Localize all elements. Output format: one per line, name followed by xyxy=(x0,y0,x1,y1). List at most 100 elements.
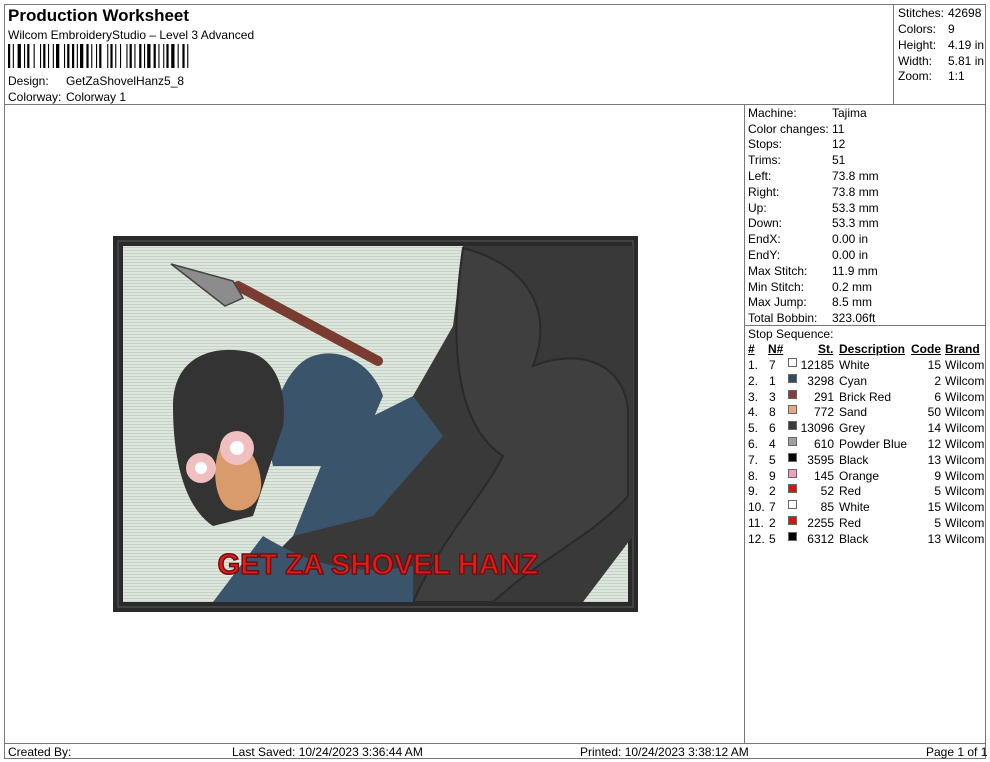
row-needle: 2 xyxy=(769,484,776,499)
barcode-bar xyxy=(115,44,117,68)
trims-value: 51 xyxy=(832,153,846,167)
row-index: 4. xyxy=(748,405,759,420)
row-needle: 2 xyxy=(769,516,776,530)
page-number: Page 1 of 1 xyxy=(926,745,988,759)
machine-label: Machine: xyxy=(748,106,797,120)
printed-date: Printed: 10/24/2023 3:38:12 AM xyxy=(580,745,749,759)
row-description: Sand xyxy=(839,405,868,420)
stop-sequence-row: 4. 8 772 Sand 50 Wilcom xyxy=(748,405,984,420)
barcode-bar xyxy=(24,44,26,68)
barcode-bar xyxy=(80,44,84,68)
row-code: 6 xyxy=(934,389,941,404)
row-brand: Wilcom xyxy=(945,437,985,451)
stop-sequence-row: 2. 1 3298 Cyan 2 Wilcom xyxy=(748,373,985,389)
stop-sequence-row: 12. 5 6312 Black 13 Wilcom xyxy=(748,531,985,547)
endx-value: 0.00 in xyxy=(832,232,869,246)
barcode-bar xyxy=(158,44,160,68)
row-index: 3. xyxy=(748,389,759,404)
stop-sequence-row: 7. 5 3595 Black 13 Wilcom xyxy=(748,452,984,468)
height-label: Height: xyxy=(898,38,937,52)
row-description: Black xyxy=(839,531,869,546)
col-header-num: # xyxy=(748,342,755,356)
barcode-bar xyxy=(12,44,14,68)
row-description: White xyxy=(839,358,870,372)
stop-sequence-title: Stop Sequence: xyxy=(748,327,834,341)
max-stitch-value: 11.9 mm xyxy=(832,264,878,278)
stop-sequence-row: 10. 7 85 White 15 Wilcom xyxy=(748,500,984,515)
design-caption: GET ZA SHOVEL HANZ xyxy=(218,549,539,581)
row-index: 10. xyxy=(748,500,765,515)
row-brand: Wilcom xyxy=(945,373,985,388)
row-description: Cyan xyxy=(839,373,868,388)
right-value: 73.8 mm xyxy=(832,185,879,199)
barcode-bar xyxy=(147,44,151,68)
total-bobbin-value: 323.06ft xyxy=(832,311,876,325)
row-code: 2 xyxy=(934,373,941,388)
barcode-bar xyxy=(48,44,50,68)
created-by: Created By: xyxy=(8,745,72,759)
row-brand: Wilcom xyxy=(945,389,985,404)
row-needle: 3 xyxy=(769,389,776,404)
color-swatch xyxy=(788,405,797,415)
color-swatch xyxy=(788,516,797,525)
width-label: Width: xyxy=(898,54,933,68)
row-index: 8. xyxy=(748,468,759,483)
row-stitches: 610 xyxy=(813,437,834,451)
width-value: 5.81 in xyxy=(948,54,985,68)
barcode-bar xyxy=(17,44,21,68)
barcode-bar xyxy=(76,44,78,68)
stop-sequence-row: 3. 3 291 Brick Red 6 Wilcom xyxy=(748,389,985,405)
row-stitches: 12185 xyxy=(800,358,834,372)
left-label: Left: xyxy=(748,169,772,183)
row-index: 7. xyxy=(748,452,759,467)
barcode-bar xyxy=(43,44,46,68)
zoom-label: Zoom: xyxy=(898,69,933,83)
left-value: 73.8 mm xyxy=(832,169,879,183)
embroidery-design-preview: GET ZA SHOVEL HANZ xyxy=(113,236,638,612)
color-swatch xyxy=(788,373,797,383)
last-saved: Last Saved: 10/24/2023 3:36:44 AM xyxy=(232,745,423,759)
row-stitches: 52 xyxy=(820,484,834,499)
color-swatch xyxy=(788,358,797,367)
row-code: 5 xyxy=(934,484,941,499)
up-value: 53.3 mm xyxy=(832,201,879,215)
row-code: 13 xyxy=(927,531,941,546)
barcode-bar xyxy=(86,44,89,68)
barcode-bar xyxy=(40,44,42,68)
barcode-bar xyxy=(110,44,113,68)
row-code: 14 xyxy=(927,421,941,436)
row-brand: Wilcom xyxy=(945,531,985,546)
barcode-bar xyxy=(91,44,93,68)
color-swatch xyxy=(788,531,797,541)
stop-sequence-row: 9. 2 52 Red 5 Wilcom xyxy=(748,484,984,499)
row-index: 5. xyxy=(748,421,759,436)
row-brand: Wilcom xyxy=(945,358,985,372)
barcode-bar xyxy=(107,44,109,68)
colorway-value: Colorway 1 xyxy=(66,90,127,104)
color-swatch xyxy=(788,452,797,462)
down-value: 53.3 mm xyxy=(832,216,879,230)
barcode-bar xyxy=(144,44,146,68)
col-header-brand: Brand xyxy=(945,342,980,356)
machine-value: Tajima xyxy=(832,106,867,120)
stops-label: Stops: xyxy=(748,137,783,151)
stop-sequence-row: 1. 7 12185 White 15 Wilcom xyxy=(748,358,984,373)
height-value: 4.19 in xyxy=(948,38,985,52)
row-index: 9. xyxy=(748,484,759,499)
zoom-value: 1:1 xyxy=(948,69,965,83)
row-stitches: 145 xyxy=(813,468,834,483)
barcode xyxy=(8,44,189,68)
row-description: Red xyxy=(839,516,862,530)
row-stitches: 6312 xyxy=(807,531,834,546)
barcode-bar xyxy=(120,44,122,68)
row-needle: 9 xyxy=(769,468,776,483)
row-needle: 6 xyxy=(769,421,776,436)
color-swatch xyxy=(788,389,797,399)
barcode-bar xyxy=(163,44,165,68)
colorway-label: Colorway: xyxy=(8,90,62,104)
row-code: 5 xyxy=(934,516,941,530)
barcode-bar xyxy=(52,44,54,68)
row-needle: 7 xyxy=(769,500,776,515)
row-brand: Wilcom xyxy=(945,421,985,436)
barcode-bar xyxy=(64,44,66,68)
